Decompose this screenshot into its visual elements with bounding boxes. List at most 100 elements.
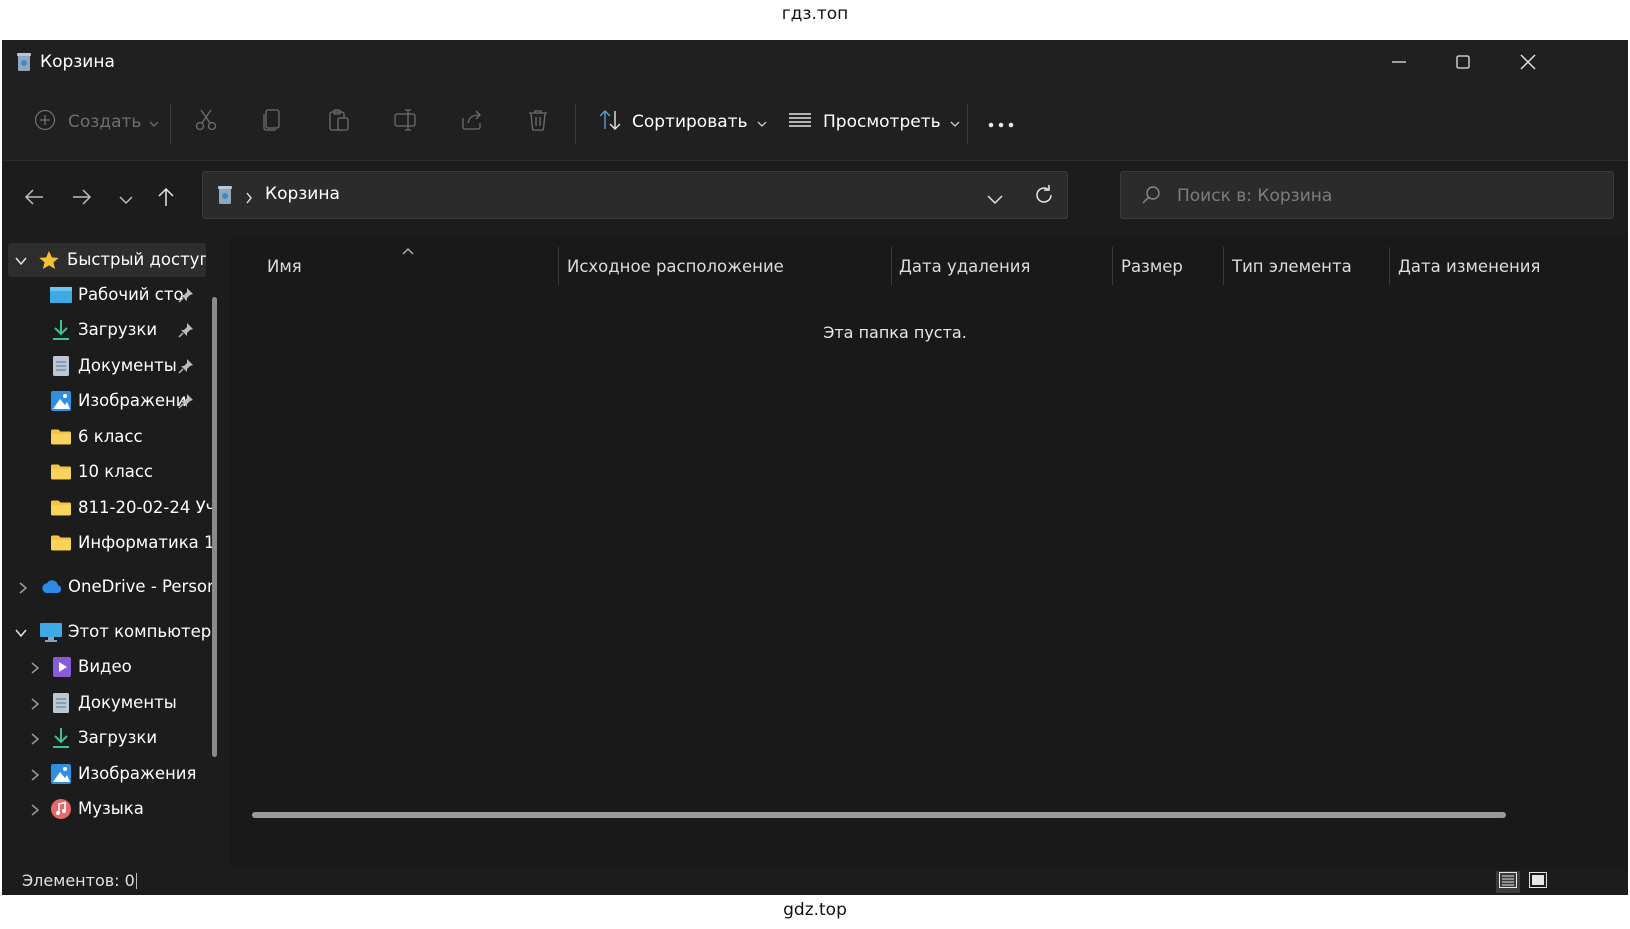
sort-button[interactable]: Сортировать	[598, 84, 767, 160]
chevron-down-icon	[149, 113, 159, 132]
music-icon	[50, 798, 72, 819]
toolbar-divider	[967, 104, 968, 144]
chevron-right-icon[interactable]	[28, 731, 42, 745]
column-divider[interactable]	[1112, 247, 1113, 285]
more-button[interactable]	[988, 84, 1014, 160]
status-divider	[136, 873, 137, 889]
minimize-button[interactable]	[1366, 40, 1432, 84]
chevron-down-icon	[950, 113, 960, 132]
chevron-down-icon[interactable]	[14, 625, 28, 639]
rename-icon	[393, 108, 419, 136]
view-button[interactable]: Просмотреть	[789, 84, 960, 160]
item-count: Элементов: 0	[22, 871, 135, 890]
chevron-right-icon[interactable]	[28, 660, 42, 674]
column-header-size[interactable]: Размер	[1121, 237, 1183, 295]
breadcrumb[interactable]: Корзина	[265, 184, 340, 204]
sidebar-item-folder-10[interactable]: 10 класс	[2, 455, 212, 489]
sidebar-item-pictures[interactable]: Изображени	[2, 384, 212, 418]
paste-button[interactable]	[327, 84, 351, 160]
address-bar[interactable]: Корзина	[202, 171, 1068, 219]
sidebar-item-label: 10 класс	[78, 462, 154, 481]
sidebar-item-documents[interactable]: Документы	[2, 349, 212, 383]
cut-button[interactable]	[194, 84, 218, 160]
arrow-right-icon	[72, 188, 92, 210]
delete-icon	[526, 108, 550, 136]
column-header-original-location[interactable]: Исходное расположение	[567, 237, 784, 295]
sidebar-this-pc[interactable]: Этот компьютер	[2, 615, 212, 649]
column-divider[interactable]	[1389, 247, 1390, 285]
refresh-icon[interactable]	[1033, 184, 1055, 210]
sidebar-item-label: 6 класс	[78, 427, 143, 446]
sidebar-item-label: Документы	[78, 693, 177, 712]
chevron-right-icon[interactable]	[28, 696, 42, 710]
chevron-right-icon[interactable]	[16, 580, 30, 594]
pin-icon	[178, 358, 194, 374]
sidebar-onedrive[interactable]: OneDrive - Person	[2, 570, 212, 604]
rename-button[interactable]	[393, 84, 419, 160]
column-header-name[interactable]: Имя	[267, 237, 302, 295]
document-icon	[52, 355, 74, 376]
star-icon	[38, 250, 60, 270]
column-divider[interactable]	[891, 247, 892, 285]
new-button[interactable]: Создать	[34, 84, 159, 160]
search-box[interactable]	[1120, 171, 1614, 220]
sidebar-item-folder-informatics[interactable]: Информатика 1	[2, 526, 212, 560]
sort-label: Сортировать	[632, 112, 748, 132]
sidebar-item-folder-6[interactable]: 6 класс	[2, 420, 212, 454]
column-header-item-type[interactable]: Тип элемента	[1232, 237, 1352, 295]
up-button[interactable]	[150, 183, 182, 215]
recent-locations-button[interactable]	[110, 183, 142, 215]
sort-icon	[598, 109, 622, 135]
pin-icon	[178, 393, 194, 409]
thumbnail-view-icon	[1529, 872, 1547, 892]
large-icons-view-button[interactable]	[1526, 871, 1550, 893]
sidebar-quick-access[interactable]: Быстрый доступ	[8, 243, 206, 277]
column-divider[interactable]	[1223, 247, 1224, 285]
chevron-down-icon[interactable]	[14, 253, 28, 267]
minimize-icon	[1392, 55, 1406, 69]
delete-button[interactable]	[526, 84, 550, 160]
share-icon	[460, 108, 484, 136]
new-label: Создать	[68, 112, 142, 132]
share-button[interactable]	[460, 84, 484, 160]
forward-button[interactable]	[66, 183, 98, 215]
details-view-button[interactable]	[1496, 871, 1520, 893]
sidebar-item-label: Документы	[78, 356, 177, 375]
close-icon	[1520, 54, 1536, 70]
folder-icon	[50, 499, 72, 519]
column-header-date-modified[interactable]: Дата изменения	[1398, 237, 1540, 295]
address-history-chevron-icon[interactable]	[987, 190, 1003, 209]
back-button[interactable]	[18, 183, 50, 215]
sidebar-item-pc-documents[interactable]: Документы	[2, 686, 212, 720]
search-input[interactable]	[1175, 172, 1599, 220]
paste-icon	[327, 108, 351, 136]
download-icon	[50, 319, 72, 340]
copy-button[interactable]	[260, 84, 284, 160]
chevron-right-icon[interactable]	[28, 802, 42, 816]
sidebar-item-folder-811[interactable]: 811-20-02-24 Уч	[2, 491, 212, 525]
column-divider[interactable]	[558, 247, 559, 285]
sidebar-item-video[interactable]: Видео	[2, 650, 212, 684]
maximize-button[interactable]	[1430, 40, 1496, 84]
sidebar-item-label: Музыка	[78, 799, 144, 818]
sidebar-item-label: Информатика 1	[78, 533, 212, 552]
sidebar-item-desktop[interactable]: Рабочий сто.	[2, 278, 212, 312]
sidebar-scrollbar[interactable]	[212, 297, 217, 757]
maximize-icon	[1456, 55, 1470, 69]
column-header-date-deleted[interactable]: Дата удаления	[899, 237, 1030, 295]
chevron-down-icon	[119, 190, 133, 209]
sidebar-item-pc-pictures[interactable]: Изображения	[2, 757, 212, 791]
window-title: Корзина	[40, 52, 115, 72]
video-icon	[52, 656, 74, 677]
empty-folder-message: Эта папка пуста.	[823, 323, 967, 342]
sidebar-item-music[interactable]: Музыка	[2, 792, 212, 826]
navigation-pane: Быстрый доступ Рабочий сто. Загрузки Док…	[2, 237, 222, 869]
close-button[interactable]	[1495, 40, 1561, 84]
horizontal-scrollbar[interactable]	[252, 812, 1506, 818]
pictures-icon	[50, 390, 72, 411]
folder-icon	[50, 463, 72, 483]
sidebar-item-pc-downloads[interactable]: Загрузки	[2, 721, 212, 755]
sidebar-item-downloads[interactable]: Загрузки	[2, 313, 212, 347]
chevron-right-icon[interactable]	[28, 767, 42, 781]
chevron-down-icon	[757, 113, 767, 132]
